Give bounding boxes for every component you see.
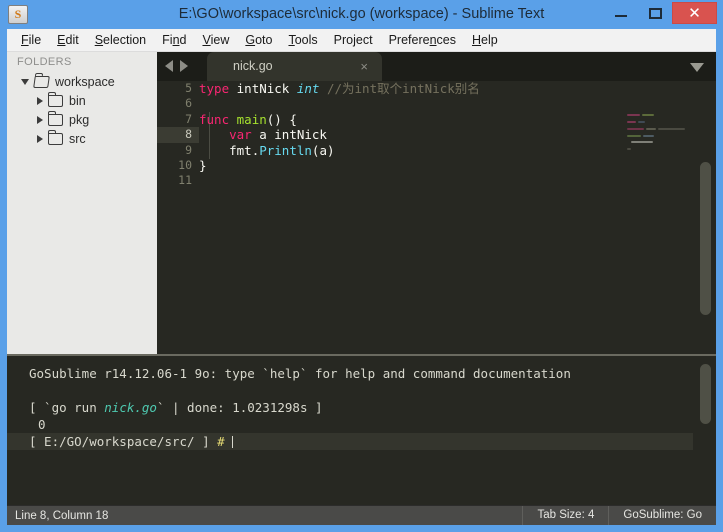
- menu-item-find[interactable]: Find: [154, 31, 194, 49]
- folder-icon: [47, 110, 63, 126]
- tab-navigation: [165, 60, 188, 72]
- run-file: nick.go: [104, 400, 157, 415]
- sidebar: FOLDERS workspace bin pkg src: [7, 52, 157, 354]
- minimize-icon: [615, 15, 627, 17]
- menu-item-help[interactable]: Help: [464, 31, 506, 49]
- console-banner: GoSublime r14.12.06-1 9o: type `help` fo…: [29, 366, 571, 381]
- editor-pane: nick.go × 5 6 7 8 9 10 11 type intNick i…: [157, 52, 716, 383]
- menu-item-tools[interactable]: Tools: [280, 31, 325, 49]
- sidebar-item-label: bin: [69, 93, 86, 108]
- line-number: 5: [185, 81, 192, 95]
- sublime-text-window: E:\GO\workspace\src\nick.go (workspace) …: [0, 0, 723, 532]
- minimap-line: [627, 148, 631, 150]
- nav-prev-icon[interactable]: [165, 60, 173, 72]
- folder-icon: [47, 129, 63, 145]
- folder-open-icon: [33, 75, 50, 88]
- minimap-line: [627, 114, 640, 116]
- prompt-symbol: #: [217, 434, 225, 449]
- tab-label: nick.go: [233, 59, 273, 73]
- menu-item-preferences[interactable]: Preferences: [381, 31, 464, 49]
- line-number: 10: [178, 157, 192, 172]
- console-lines: GoSublime r14.12.06-1 9o: type `help` fo…: [7, 365, 716, 450]
- menu-item-edit[interactable]: Edit: [49, 31, 87, 49]
- close-button[interactable]: ✕: [672, 2, 717, 24]
- console-run-line: [ `go run nick.go` | done: 1.0231298s ]: [29, 399, 689, 416]
- run-prefix: [ `go run: [29, 400, 105, 415]
- line-number-gutter: 5 6 7 8 9 10 11: [157, 81, 199, 354]
- minimap-line: [627, 135, 641, 137]
- line-number: 6: [185, 96, 192, 111]
- menu-item-view[interactable]: View: [194, 31, 237, 49]
- sidebar-item-label: pkg: [69, 112, 90, 127]
- menu-item-file[interactable]: File: [13, 31, 49, 49]
- line-number-active: 8: [157, 127, 199, 143]
- code-editor[interactable]: 5 6 7 8 9 10 11 type intNick int //为int取…: [157, 81, 716, 383]
- chevron-right-icon[interactable]: [37, 96, 43, 105]
- minimap-line: [642, 114, 654, 116]
- console-blank: [29, 382, 689, 399]
- sidebar-item-label: workspace: [55, 74, 115, 89]
- editor-scrollbar-track[interactable]: [693, 110, 716, 383]
- console-scrollbar-thumb[interactable]: [700, 364, 711, 424]
- status-bar: Line 8, Column 18 Tab Size: 4 GoSublime:…: [7, 505, 716, 525]
- sidebar-item-label: src: [69, 131, 86, 146]
- chevron-down-icon[interactable]: [21, 78, 29, 85]
- console-prompt[interactable]: [ E:/GO/workspace/src/ ] #: [7, 433, 716, 450]
- status-tab-size[interactable]: Tab Size: 4: [522, 506, 608, 525]
- chevron-down-icon[interactable]: [690, 63, 704, 72]
- console-output: 0: [38, 417, 46, 432]
- console-scrollbar-track[interactable]: [693, 356, 716, 505]
- text-cursor: [232, 436, 234, 448]
- code-line-8: var a intNick: [229, 127, 327, 143]
- nav-next-icon[interactable]: [180, 60, 188, 72]
- folder-tree: workspace bin pkg src: [7, 72, 157, 148]
- code-lines: type intNick int //为int取个intNick别名 func …: [199, 81, 679, 189]
- tab-nick-go[interactable]: nick.go ×: [207, 52, 382, 81]
- tab-bar: nick.go ×: [157, 52, 716, 81]
- minimap-line: [631, 141, 653, 143]
- workspace-body: FOLDERS workspace bin pkg src nick.go × …: [7, 52, 716, 505]
- line-number: 7: [185, 111, 192, 126]
- line-number: 11: [178, 173, 192, 188]
- window-controls: ✕: [604, 2, 717, 27]
- close-icon[interactable]: ×: [360, 52, 368, 81]
- maximize-button[interactable]: [638, 2, 672, 24]
- code-line-10: }: [199, 157, 207, 173]
- gosublime-console[interactable]: GoSublime r14.12.06-1 9o: type `help` fo…: [7, 354, 716, 505]
- prompt-path: [ E:/GO/workspace/src/ ]: [29, 434, 210, 449]
- sidebar-item-pkg[interactable]: pkg: [7, 110, 157, 129]
- status-syntax[interactable]: GoSublime: Go: [608, 506, 716, 525]
- title-bar: E:\GO\workspace\src\nick.go (workspace) …: [0, 0, 723, 29]
- code-line-9: fmt.Println(a): [229, 142, 335, 158]
- code-line-5: type intNick int //为int取个intNick别名: [199, 81, 480, 96]
- chevron-right-icon[interactable]: [37, 115, 43, 124]
- run-suffix: ` | done: 1.0231298s ]: [156, 400, 323, 415]
- menu-item-project[interactable]: Project: [326, 31, 381, 49]
- chevron-right-icon[interactable]: [37, 134, 43, 143]
- menu-bar: File Edit Selection Find View Goto Tools…: [7, 29, 716, 52]
- code-line-7: func main() {: [199, 111, 297, 127]
- minimap-line: [646, 128, 656, 130]
- editor-scrollbar-thumb[interactable]: [700, 162, 711, 315]
- maximize-icon: [649, 8, 662, 19]
- minimize-button[interactable]: [604, 2, 638, 24]
- folder-icon: [47, 91, 63, 107]
- sidebar-item-src[interactable]: src: [7, 129, 157, 148]
- minimap-line: [638, 121, 645, 123]
- minimap-line: [627, 128, 644, 130]
- status-position: Line 8, Column 18: [15, 509, 109, 522]
- minimap[interactable]: [623, 110, 693, 383]
- sidebar-heading: FOLDERS: [17, 56, 72, 68]
- close-icon: ✕: [688, 5, 701, 22]
- minimap-line: [643, 135, 654, 137]
- minimap-line: [658, 128, 685, 130]
- line-number: 9: [185, 142, 192, 157]
- menu-item-selection[interactable]: Selection: [87, 31, 154, 49]
- sidebar-item-bin[interactable]: bin: [7, 91, 157, 110]
- menu-item-goto[interactable]: Goto: [237, 31, 280, 49]
- sidebar-item-workspace[interactable]: workspace: [7, 72, 157, 91]
- minimap-line: [627, 121, 636, 123]
